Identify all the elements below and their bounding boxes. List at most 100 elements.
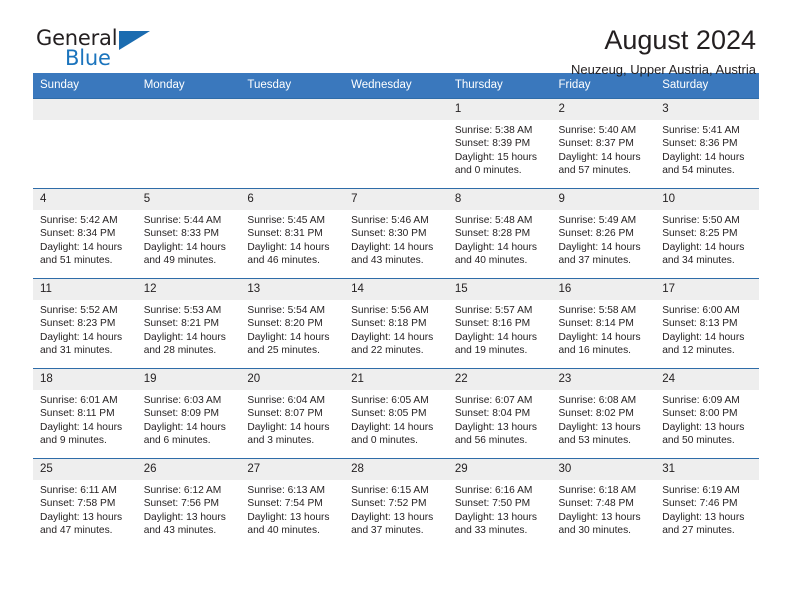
day-number: 9: [551, 189, 656, 210]
day-details: Sunrise: 6:15 AM Sunset: 7:52 PM Daylight:…: [344, 480, 448, 538]
calendar-day-cell[interactable]: 12 Sunrise: 5:53 AM Sunset: 8:21 PM Dayligh…: [136, 278, 241, 369]
day-number: 22: [447, 369, 552, 390]
day-number: 12: [136, 279, 241, 300]
sunset-text: Sunset: 7:48 PM: [558, 498, 634, 510]
day-details: Sunrise: 5:50 AM Sunset: 8:25 PM Daylight:…: [655, 210, 759, 268]
sunrise-text: Sunrise: 6:16 AM: [454, 485, 533, 496]
daylight-text: Daylight: 14 hours and 40 minutes.: [454, 241, 537, 267]
day-details: Sunrise: 5:52 AM Sunset: 8:23 PM Daylight:…: [33, 300, 137, 358]
day-number: 13: [240, 279, 345, 300]
calendar-day-cell[interactable]: 10 Sunrise: 5:50 AM Sunset: 8:25 PM Dayligh…: [655, 188, 759, 279]
day-number: 23: [551, 369, 656, 390]
day-number: [136, 99, 241, 120]
calendar-day-cell[interactable]: 16 Sunrise: 5:58 AM Sunset: 8:14 PM Dayligh…: [551, 278, 656, 369]
calendar-day-cell[interactable]: 25 Sunrise: 6:11 AM Sunset: 7:58 PM Dayligh…: [33, 458, 137, 548]
day-details: Sunrise: 5:41 AM Sunset: 8:36 PM Daylight:…: [655, 120, 759, 178]
sunset-text: Sunset: 7:52 PM: [351, 498, 427, 510]
day-number: 14: [344, 279, 448, 300]
daylight-text: Daylight: 14 hours and 3 minutes.: [247, 421, 330, 447]
calendar-day-cell[interactable]: 19 Sunrise: 6:03 AM Sunset: 8:09 PM Dayligh…: [136, 368, 241, 459]
sunset-text: Sunset: 8:16 PM: [454, 318, 531, 330]
calendar-day-cell[interactable]: 24 Sunrise: 6:09 AM Sunset: 8:00 PM Dayligh…: [655, 368, 759, 459]
sunset-text: Sunset: 7:58 PM: [40, 498, 116, 510]
daylight-text: Daylight: 14 hours and 0 minutes.: [351, 421, 434, 447]
sunrise-text: Sunrise: 6:07 AM: [454, 395, 533, 406]
general-blue-logo[interactable]: General Blue: [36, 27, 166, 73]
day-number: 3: [655, 99, 759, 120]
calendar-day-cell[interactable]: 29 Sunrise: 6:16 AM Sunset: 7:50 PM Dayligh…: [447, 458, 552, 548]
day-number: 11: [33, 279, 137, 300]
daylight-text: Daylight: 13 hours and 40 minutes.: [247, 511, 330, 537]
sunrise-text: Sunrise: 5:40 AM: [558, 125, 637, 136]
daylight-text: Daylight: 13 hours and 43 minutes.: [143, 511, 226, 537]
calendar-day-cell[interactable]: 30 Sunrise: 6:18 AM Sunset: 7:48 PM Dayligh…: [551, 458, 656, 548]
calendar-day-cell[interactable]: 27 Sunrise: 6:13 AM Sunset: 7:54 PM Dayligh…: [240, 458, 345, 548]
sunset-text: Sunset: 8:28 PM: [454, 228, 531, 240]
daylight-text: Daylight: 13 hours and 37 minutes.: [351, 511, 434, 537]
calendar-day-cell[interactable]: 7 Sunrise: 5:46 AM Sunset: 8:30 PM Daylight…: [344, 188, 448, 279]
calendar-day-cell-empty: [136, 98, 241, 189]
day-number: 19: [136, 369, 241, 390]
calendar-day-cell[interactable]: 9 Sunrise: 5:49 AM Sunset: 8:26 PM Daylight…: [551, 188, 656, 279]
sunrise-text: Sunrise: 6:11 AM: [40, 485, 117, 496]
daylight-text: Daylight: 14 hours and 37 minutes.: [558, 241, 641, 267]
sunrise-text: Sunrise: 5:53 AM: [143, 305, 222, 316]
sunrise-text: Sunrise: 6:08 AM: [558, 395, 637, 406]
calendar-day-cell[interactable]: 28 Sunrise: 6:15 AM Sunset: 7:52 PM Dayligh…: [344, 458, 448, 548]
day-number: 18: [33, 369, 137, 390]
day-number: 16: [551, 279, 656, 300]
daylight-text: Daylight: 14 hours and 16 minutes.: [558, 331, 641, 357]
day-details: Sunrise: 6:11 AM Sunset: 7:58 PM Daylight:…: [33, 480, 137, 538]
day-details: Sunrise: 5:38 AM Sunset: 8:39 PM Daylight:…: [448, 120, 552, 178]
sunrise-text: Sunrise: 5:48 AM: [454, 215, 533, 226]
calendar-day-cell[interactable]: 20 Sunrise: 6:04 AM Sunset: 8:07 PM Dayligh…: [240, 368, 345, 459]
calendar-day-cell[interactable]: 1 Sunrise: 5:38 AM Sunset: 8:39 PM Daylight…: [447, 98, 552, 189]
page-header: General Blue August 2024 Neuzeug, Upper …: [33, 0, 759, 77]
day-number: 10: [655, 189, 759, 210]
sunrise-text: Sunrise: 6:15 AM: [351, 485, 429, 496]
calendar-day-cell[interactable]: 4 Sunrise: 5:42 AM Sunset: 8:34 PM Daylight…: [33, 188, 137, 279]
calendar-week-row: 4 Sunrise: 5:42 AM Sunset: 8:34 PM Daylight…: [33, 188, 759, 279]
calendar-day-cell[interactable]: 6 Sunrise: 5:45 AM Sunset: 8:31 PM Daylight…: [240, 188, 345, 279]
sunset-text: Sunset: 8:25 PM: [662, 228, 738, 240]
daylight-text: Daylight: 14 hours and 28 minutes.: [143, 331, 226, 357]
calendar-day-cell[interactable]: 17 Sunrise: 6:00 AM Sunset: 8:13 PM Dayligh…: [655, 278, 759, 369]
sunrise-text: Sunrise: 6:01 AM: [40, 395, 118, 406]
calendar-day-cell[interactable]: 2 Sunrise: 5:40 AM Sunset: 8:37 PM Daylight…: [551, 98, 656, 189]
day-number: [240, 99, 345, 120]
calendar-day-cell[interactable]: 8 Sunrise: 5:48 AM Sunset: 8:28 PM Daylight…: [447, 188, 552, 279]
calendar-day-cell[interactable]: 14 Sunrise: 5:56 AM Sunset: 8:18 PM Dayligh…: [344, 278, 448, 369]
sunrise-text: Sunrise: 5:46 AM: [351, 215, 429, 226]
logo-triangle-icon: [119, 31, 150, 50]
calendar-week-row: 25 Sunrise: 6:11 AM Sunset: 7:58 PM Dayligh…: [33, 458, 759, 548]
sunset-text: Sunset: 8:00 PM: [662, 408, 738, 420]
calendar-day-cell[interactable]: 26 Sunrise: 6:12 AM Sunset: 7:56 PM Dayligh…: [136, 458, 241, 548]
calendar-day-cell[interactable]: 22 Sunrise: 6:07 AM Sunset: 8:04 PM Dayligh…: [447, 368, 552, 459]
sunrise-text: Sunrise: 5:56 AM: [351, 305, 429, 316]
daylight-text: Daylight: 13 hours and 53 minutes.: [558, 421, 641, 447]
sunset-text: Sunset: 8:26 PM: [558, 228, 634, 240]
sunset-text: Sunset: 8:30 PM: [351, 228, 427, 240]
daylight-text: Daylight: 14 hours and 57 minutes.: [558, 151, 641, 177]
day-number: [344, 99, 448, 120]
calendar-day-cell[interactable]: 18 Sunrise: 6:01 AM Sunset: 8:11 PM Dayligh…: [33, 368, 137, 459]
daylight-text: Daylight: 15 hours and 0 minutes.: [454, 151, 537, 177]
sunset-text: Sunset: 8:21 PM: [143, 318, 220, 330]
sunset-text: Sunset: 7:46 PM: [662, 498, 738, 510]
calendar-day-cell[interactable]: 15 Sunrise: 5:57 AM Sunset: 8:16 PM Dayligh…: [447, 278, 552, 369]
weekday-header-sunday: Sunday: [33, 73, 137, 99]
calendar-day-cell[interactable]: 31 Sunrise: 6:19 AM Sunset: 7:46 PM Dayligh…: [655, 458, 759, 548]
calendar-day-cell[interactable]: 3 Sunrise: 5:41 AM Sunset: 8:36 PM Daylight…: [655, 98, 759, 189]
calendar-day-cell[interactable]: 11 Sunrise: 5:52 AM Sunset: 8:23 PM Dayligh…: [33, 278, 137, 369]
calendar-day-cell[interactable]: 13 Sunrise: 5:54 AM Sunset: 8:20 PM Dayligh…: [240, 278, 345, 369]
calendar-day-cell[interactable]: 5 Sunrise: 5:44 AM Sunset: 8:33 PM Daylight…: [136, 188, 241, 279]
calendar-day-cell[interactable]: 23 Sunrise: 6:08 AM Sunset: 8:02 PM Dayligh…: [551, 368, 656, 459]
sunrise-text: Sunrise: 5:52 AM: [40, 305, 118, 316]
day-number: 7: [344, 189, 448, 210]
sunrise-text: Sunrise: 6:03 AM: [143, 395, 222, 406]
sunset-text: Sunset: 8:39 PM: [454, 138, 531, 150]
calendar-day-cell[interactable]: 21 Sunrise: 6:05 AM Sunset: 8:05 PM Dayligh…: [344, 368, 448, 459]
sunset-text: Sunset: 7:50 PM: [454, 498, 531, 510]
sunset-text: Sunset: 8:05 PM: [351, 408, 427, 420]
sunrise-text: Sunrise: 6:12 AM: [143, 485, 222, 496]
